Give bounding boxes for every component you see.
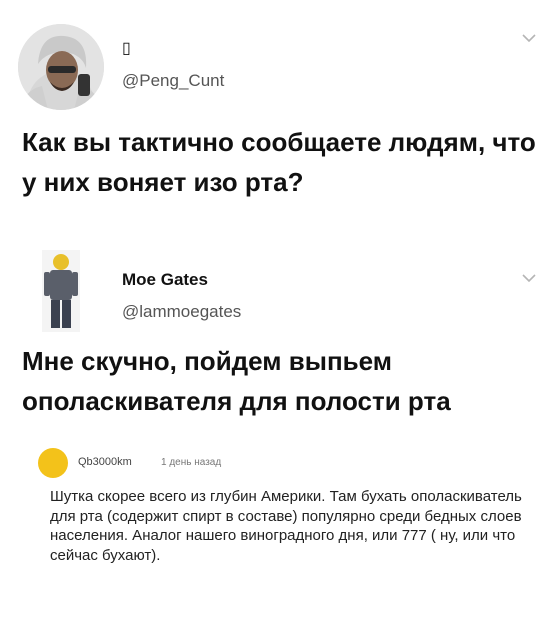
tweet-text: Как вы тактично сообщаете людям, что у н… xyxy=(22,127,536,197)
chevron-down-icon[interactable] xyxy=(522,270,536,283)
comment-timestamp: 1 день назад xyxy=(161,457,222,468)
comment-text: Шутка скорее всего из глубин Америки. Та… xyxy=(50,488,522,564)
tweet-author-handle[interactable]: @Peng_Cunt xyxy=(122,71,224,91)
comment-username[interactable]: Qb3000km xyxy=(78,456,132,468)
tweet-text: Мне скучно, пойдем выпьем ополаскивателя… xyxy=(22,346,451,416)
comment-avatar[interactable] xyxy=(38,448,68,478)
tweet-author-handle[interactable]: @lammoegates xyxy=(122,302,241,322)
tweet-author-name[interactable]: Moe Gates xyxy=(122,270,208,290)
chevron-down-icon[interactable] xyxy=(522,30,536,43)
avatar-peng-cunt[interactable] xyxy=(18,24,104,110)
tweet-author-name[interactable]: ▯ xyxy=(122,38,131,58)
avatar-moe-gates[interactable] xyxy=(38,250,84,332)
